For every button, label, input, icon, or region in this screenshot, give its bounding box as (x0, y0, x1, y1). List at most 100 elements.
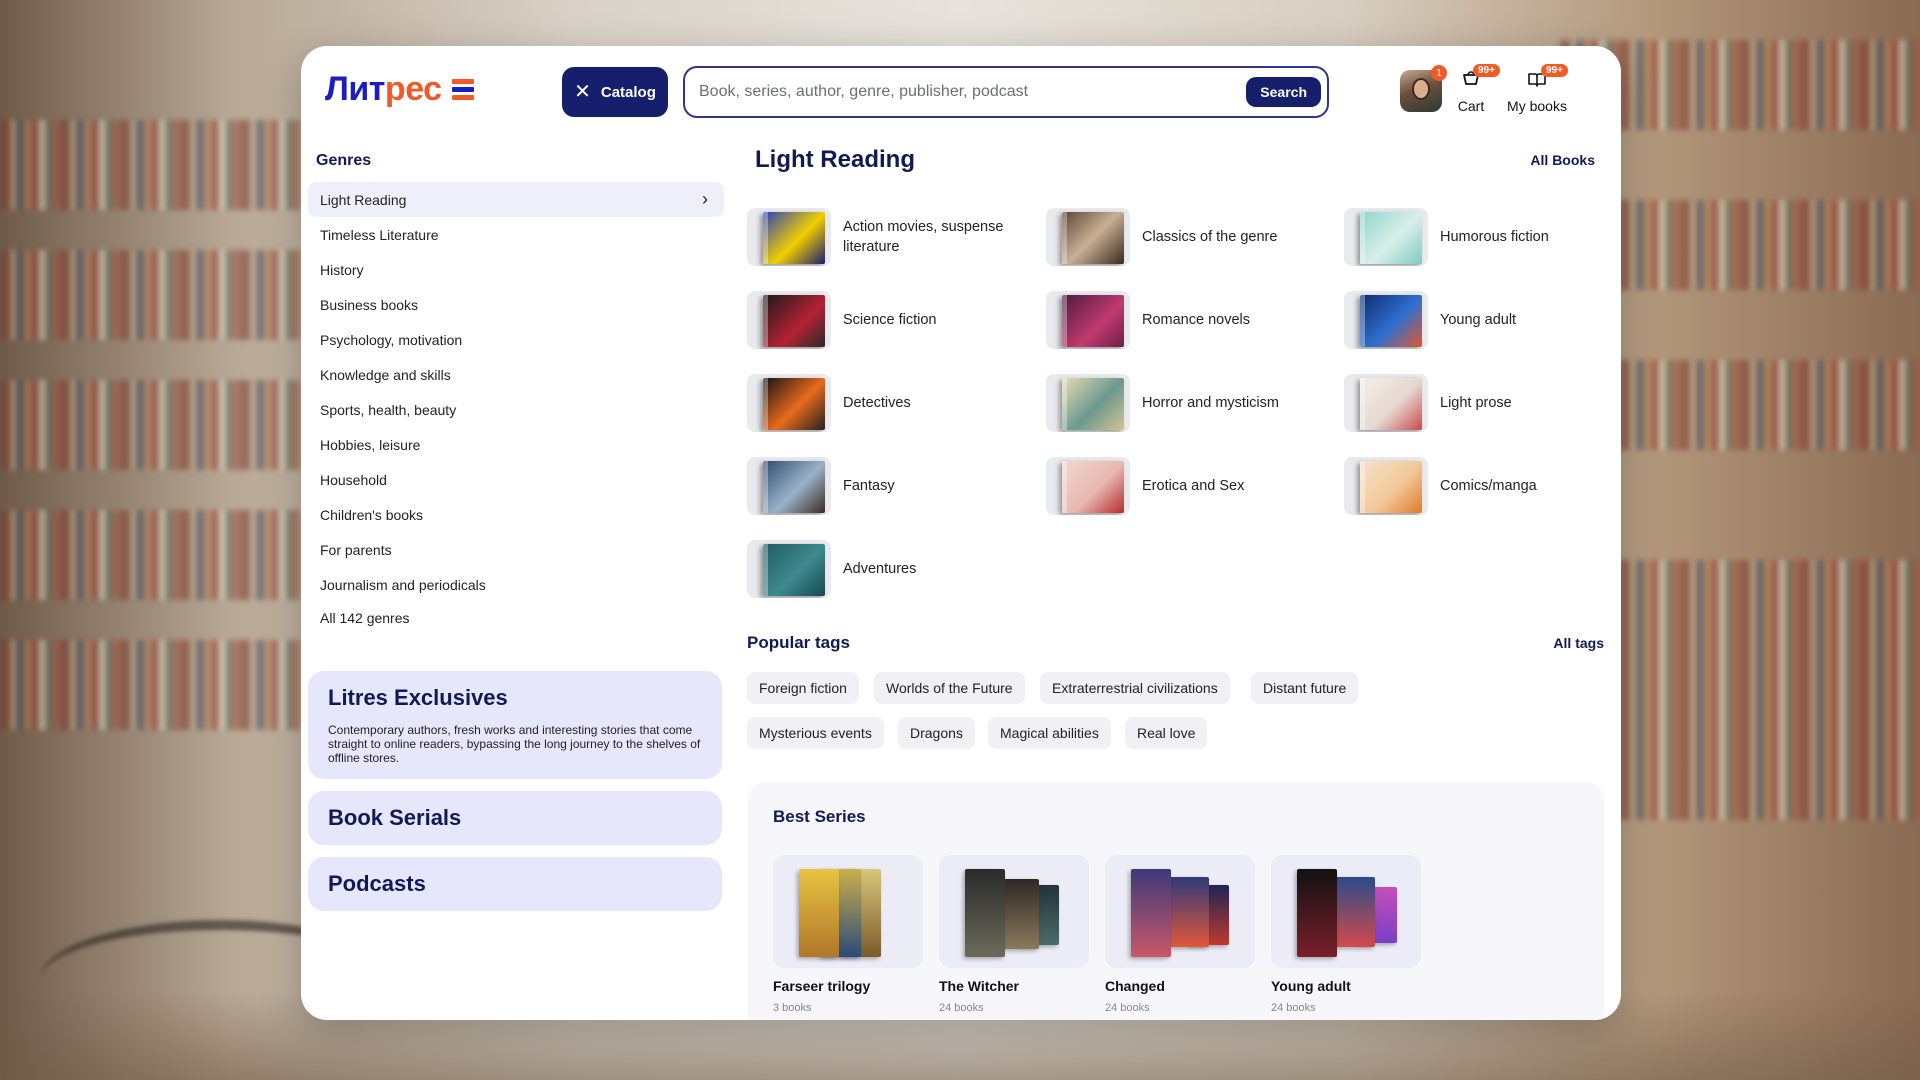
genre-item-light-reading[interactable]: Light Reading › (308, 182, 724, 217)
user-photo (1412, 78, 1430, 100)
subgenre-label: Action movies, suspense literature (843, 219, 1004, 255)
tag-distant-future[interactable]: Distant future (1251, 672, 1359, 704)
genre-item-timeless-literature[interactable]: Timeless Literature (308, 217, 724, 252)
subgenre-label: Young adult (1440, 312, 1517, 328)
series-count: 24 books (1105, 1002, 1150, 1014)
promo-podcasts[interactable]: Podcasts (308, 857, 722, 911)
subgenre-classics[interactable]: Classics of the genre (1046, 207, 1331, 267)
all-tags-link[interactable]: All tags (1553, 635, 1604, 651)
catalog-label: Catalog (600, 83, 656, 101)
genre-item-history[interactable]: History (308, 252, 724, 287)
genre-item-journalism[interactable]: Journalism and periodicals (308, 567, 724, 602)
notification-badge: 1 (1431, 65, 1447, 81)
book-thumbnail (1344, 208, 1428, 266)
book-thumbnail (1046, 208, 1130, 266)
search-button[interactable]: Search (1246, 77, 1321, 107)
series-name: The Witcher (939, 978, 1019, 994)
subgenre-label: Classics of the genre (1142, 229, 1278, 245)
book-thumbnail (747, 374, 831, 432)
all-genres-link[interactable]: All 142 genres (320, 610, 410, 626)
catalog-window: Литрес ✕ Catalog Search 1 99+ Cart (301, 46, 1621, 1020)
subgenre-detectives[interactable]: Detectives (747, 373, 1032, 433)
book-thumbnail (747, 208, 831, 266)
subgenre-label: Fantasy (843, 478, 895, 494)
subgenre-action[interactable]: Action movies, suspense literature (747, 207, 1032, 267)
subgenre-horror[interactable]: Horror and mysticism (1046, 373, 1331, 433)
tag-extraterrestrial[interactable]: Extraterrestrial civilizations (1040, 672, 1230, 704)
genre-item-psychology[interactable]: Psychology, motivation (308, 322, 724, 357)
subgenre-label: Comics/manga (1440, 478, 1537, 494)
genre-item-hobbies[interactable]: Hobbies, leisure (308, 427, 724, 462)
avatar[interactable]: 1 (1400, 65, 1447, 112)
book-thumbnail (747, 540, 831, 598)
series-count: 24 books (939, 1002, 984, 1014)
series-cover (773, 855, 923, 968)
best-series-panel: Best Series Farseer trilogy 3 books The … (748, 782, 1604, 1020)
series-name: Changed (1105, 978, 1165, 994)
promo-book-serials[interactable]: Book Serials (308, 791, 722, 845)
subgenre-humorous[interactable]: Humorous fiction (1344, 207, 1621, 267)
series-card-changed[interactable]: Changed 24 books (1105, 855, 1255, 1014)
series-card-farseer[interactable]: Farseer trilogy 3 books (773, 855, 923, 1014)
subgenre-adventures[interactable]: Adventures (747, 539, 1032, 599)
book-thumbnail (747, 291, 831, 349)
series-card-witcher[interactable]: The Witcher 24 books (939, 855, 1089, 1014)
subgenre-science-fiction[interactable]: Science fiction (747, 290, 1032, 350)
mybooks-badge: 99+ (1541, 64, 1568, 77)
catalog-button[interactable]: ✕ Catalog (562, 67, 668, 117)
book-thumbnail (1046, 374, 1130, 432)
page-title: Light Reading (755, 146, 915, 173)
tag-mysterious-events[interactable]: Mysterious events (747, 717, 884, 749)
best-series-heading: Best Series (773, 807, 866, 826)
series-card-young-adult[interactable]: Young adult 24 books (1271, 855, 1421, 1014)
tag-real-love[interactable]: Real love (1125, 717, 1208, 749)
genre-list: Light Reading › Timeless Literature Histo… (308, 182, 724, 602)
genre-item-childrens-books[interactable]: Children's books (308, 497, 724, 532)
my-books-button[interactable]: 99+ My books (1501, 64, 1573, 114)
subgenre-young-adult[interactable]: Young adult (1344, 290, 1621, 350)
popular-tags-heading: Popular tags (747, 633, 850, 652)
book-thumbnail (1344, 457, 1428, 515)
subgenre-label: Detectives (843, 395, 911, 411)
tag-magical-abilities[interactable]: Magical abilities (988, 717, 1111, 749)
book-thumbnail (1344, 374, 1428, 432)
subgenre-label: Erotica and Sex (1142, 478, 1245, 494)
series-name: Young adult (1271, 978, 1351, 994)
book-thumbnail (1046, 291, 1130, 349)
litres-logo[interactable]: Литрес (325, 70, 474, 109)
subgenre-erotica[interactable]: Erotica and Sex (1046, 456, 1331, 516)
cart-label: Cart (1457, 98, 1485, 114)
subgenre-label: Humorous fiction (1440, 229, 1549, 245)
tag-foreign-fiction[interactable]: Foreign fiction (747, 672, 859, 704)
series-count: 24 books (1271, 1002, 1316, 1014)
tag-dragons[interactable]: Dragons (898, 717, 975, 749)
subgenre-romance[interactable]: Romance novels (1046, 290, 1331, 350)
genre-item-sports[interactable]: Sports, health, beauty (308, 392, 724, 427)
subgenre-label: Light prose (1440, 395, 1512, 411)
genre-item-for-parents[interactable]: For parents (308, 532, 724, 567)
series-cover (1271, 855, 1421, 968)
series-cover (939, 855, 1089, 968)
series-count: 3 books (773, 1002, 812, 1014)
promo-litres-exclusives[interactable]: Litres Exclusives Contemporary authors, … (308, 671, 722, 779)
subgenre-light-prose[interactable]: Light prose (1344, 373, 1621, 433)
book-thumbnail (1344, 291, 1428, 349)
search-input[interactable] (699, 81, 1239, 103)
genre-item-household[interactable]: Household (308, 462, 724, 497)
subgenre-label: Science fiction (843, 312, 937, 328)
genre-item-business-books[interactable]: Business books (308, 287, 724, 322)
genre-item-knowledge[interactable]: Knowledge and skills (308, 357, 724, 392)
promo-title: Book Serials (328, 805, 462, 830)
book-thumbnail (1046, 457, 1130, 515)
all-books-link[interactable]: All Books (1530, 152, 1595, 168)
close-icon: ✕ (574, 81, 591, 103)
promo-description: Contemporary authors, fresh works and in… (328, 723, 701, 765)
header: Литрес ✕ Catalog Search 1 99+ Cart (301, 46, 1621, 146)
subgenre-fantasy[interactable]: Fantasy (747, 456, 1032, 516)
tag-worlds-future[interactable]: Worlds of the Future (874, 672, 1025, 704)
logo-bars-icon (451, 79, 474, 100)
series-name: Farseer trilogy (773, 978, 871, 994)
chevron-right-icon: › (702, 189, 708, 209)
cart-button[interactable]: 99+ Cart (1451, 64, 1500, 114)
subgenre-comics[interactable]: Comics/manga (1344, 456, 1621, 516)
